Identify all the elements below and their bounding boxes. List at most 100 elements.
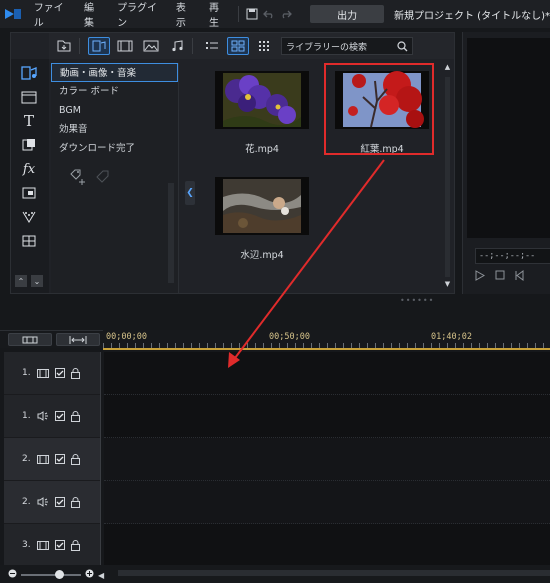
video-track-icon bbox=[36, 368, 49, 378]
track-header-video-1[interactable]: 1. bbox=[4, 352, 100, 395]
timeline-horizontal-scrollbar[interactable] bbox=[118, 570, 550, 576]
media-item-waterside[interactable]: 水辺.mp4 bbox=[207, 177, 317, 261]
play-icon[interactable] bbox=[475, 270, 486, 284]
strip-scroll-down-icon[interactable]: ⌄ bbox=[31, 275, 43, 287]
track-row-video-1[interactable] bbox=[104, 352, 550, 395]
preview-screen bbox=[467, 38, 550, 238]
scroll-left-icon[interactable]: ◀ bbox=[98, 571, 104, 580]
transition-room-icon[interactable] bbox=[18, 135, 40, 155]
chapter-room-icon[interactable] bbox=[18, 231, 40, 251]
category-list: 動画・画像・音楽 カラー ボード BGM 効果音 ダウンロード完了 bbox=[51, 63, 179, 293]
media-thumbnail bbox=[215, 177, 309, 235]
track-header-video-3[interactable]: 3. bbox=[4, 524, 100, 567]
category-item-sound-effects[interactable]: 効果音 bbox=[51, 120, 178, 139]
category-item-color-board[interactable]: カラー ボード bbox=[51, 82, 178, 101]
library-toolbar: ライブラリーの検索 bbox=[49, 33, 454, 59]
ruler-label: 00;00;00 bbox=[106, 332, 147, 342]
category-scrollbar[interactable] bbox=[168, 183, 174, 283]
add-tag-icon[interactable] bbox=[69, 168, 87, 189]
category-tools bbox=[51, 158, 178, 189]
track-headers: 1. 1. 2. 2. 3. bbox=[4, 352, 100, 568]
filter-audio-icon[interactable] bbox=[166, 37, 188, 55]
menu-edit[interactable]: 編集 bbox=[76, 0, 109, 29]
track-row-video-3[interactable] bbox=[104, 524, 550, 567]
track-enabled-checkbox-icon[interactable] bbox=[54, 368, 65, 378]
track-enabled-checkbox-icon[interactable] bbox=[54, 497, 65, 507]
track-enabled-checkbox-icon[interactable] bbox=[54, 454, 65, 464]
pip-room-icon[interactable] bbox=[18, 183, 40, 203]
audio-track-icon bbox=[37, 497, 49, 507]
track-number: 2. bbox=[22, 454, 31, 464]
track-lock-icon[interactable] bbox=[70, 410, 80, 422]
storyboard-view-icon[interactable] bbox=[8, 333, 52, 346]
media-item-flower[interactable]: 花.mp4 bbox=[207, 71, 317, 155]
strip-scroll-up-icon[interactable]: ⌃ bbox=[15, 275, 27, 287]
media-grid: 花.mp4 紅葉.mp4 水辺.mp4 bbox=[201, 63, 441, 293]
menu-view[interactable]: 表示 bbox=[168, 0, 201, 29]
scroll-track[interactable] bbox=[445, 77, 450, 277]
search-icon[interactable] bbox=[397, 40, 408, 52]
previous-frame-icon[interactable] bbox=[515, 270, 525, 284]
remove-tag-icon[interactable] bbox=[95, 168, 113, 189]
scroll-down-icon[interactable]: ▼ bbox=[443, 280, 452, 289]
category-item-downloads[interactable]: ダウンロード完了 bbox=[51, 139, 178, 158]
redo-icon[interactable] bbox=[277, 4, 294, 24]
track-row-audio-1[interactable] bbox=[104, 395, 550, 438]
undo-icon[interactable] bbox=[260, 4, 277, 24]
zoom-slider-thumb[interactable] bbox=[55, 570, 64, 579]
track-enabled-checkbox-icon[interactable] bbox=[54, 540, 65, 550]
zoom-in-icon[interactable] bbox=[85, 569, 94, 581]
thumbnail-size-icon[interactable] bbox=[253, 37, 275, 55]
save-icon[interactable] bbox=[243, 4, 260, 24]
import-media-icon[interactable] bbox=[53, 37, 75, 55]
timeline-ruler[interactable]: 00;00;00 00;50;00 01;40;02 bbox=[103, 330, 550, 350]
track-lock-icon[interactable] bbox=[70, 539, 80, 551]
app-logo-icon bbox=[0, 0, 26, 28]
track-lock-icon[interactable] bbox=[70, 453, 80, 465]
media-item-autumn[interactable]: 紅葉.mp4 bbox=[324, 63, 437, 155]
video-track-icon bbox=[36, 540, 49, 550]
media-room-icon[interactable] bbox=[18, 63, 40, 83]
scroll-up-icon[interactable]: ▲ bbox=[443, 63, 452, 72]
track-number: 1. bbox=[22, 411, 31, 421]
particle-room-icon[interactable] bbox=[18, 207, 40, 227]
track-lock-icon[interactable] bbox=[70, 367, 80, 379]
track-row-video-2[interactable] bbox=[104, 438, 550, 481]
track-enabled-checkbox-icon[interactable] bbox=[54, 411, 65, 421]
library-search-input[interactable]: ライブラリーの検索 bbox=[281, 37, 413, 55]
menu-file[interactable]: ファイル bbox=[26, 0, 76, 29]
filter-all-media-icon[interactable] bbox=[88, 37, 110, 55]
library-scrollbar[interactable]: ▲ ▼ bbox=[443, 63, 452, 289]
filter-image-icon[interactable] bbox=[140, 37, 162, 55]
output-button[interactable]: 出力 bbox=[310, 5, 384, 23]
track-lock-icon[interactable] bbox=[70, 496, 80, 508]
preview-timecode[interactable]: --;--;--;-- bbox=[475, 248, 550, 264]
list-view-icon[interactable] bbox=[201, 37, 223, 55]
track-row-audio-2[interactable] bbox=[104, 481, 550, 524]
grid-view-icon[interactable] bbox=[227, 37, 249, 55]
category-item-media[interactable]: 動画・画像・音楽 bbox=[51, 63, 178, 82]
media-thumbnail bbox=[215, 71, 309, 129]
track-header-audio-1[interactable]: 1. bbox=[4, 395, 100, 438]
zoom-slider-track[interactable] bbox=[21, 570, 81, 579]
track-header-video-2[interactable]: 2. bbox=[4, 438, 100, 481]
menu-plugin[interactable]: プラグイン bbox=[109, 0, 168, 29]
fx-room-icon[interactable] bbox=[18, 87, 40, 107]
stop-icon[interactable] bbox=[495, 270, 505, 284]
filter-video-icon[interactable] bbox=[114, 37, 136, 55]
zoom-out-icon[interactable] bbox=[8, 569, 17, 581]
menu-bar: ファイル 編集 プラグイン 表示 再生 出力 新規プロジェクト (タイトルなし)… bbox=[0, 0, 550, 29]
collapse-panel-icon[interactable]: ❮ bbox=[185, 181, 195, 205]
media-label: 花.mp4 bbox=[245, 144, 279, 155]
menu-playback[interactable]: 再生 bbox=[201, 0, 234, 29]
timeline-tracks bbox=[104, 352, 550, 568]
panel-resize-grip[interactable]: •••••• bbox=[400, 296, 434, 305]
track-header-audio-2[interactable]: 2. bbox=[4, 481, 100, 524]
title-room-icon[interactable]: T bbox=[18, 111, 40, 131]
media-label: 水辺.mp4 bbox=[240, 250, 284, 261]
preview-panel: --;--;--;-- bbox=[462, 32, 550, 294]
fit-timeline-icon[interactable] bbox=[56, 333, 100, 346]
category-item-bgm[interactable]: BGM bbox=[51, 101, 178, 120]
header-divider[interactable] bbox=[100, 352, 101, 568]
effect-room-icon[interactable]: fx bbox=[18, 159, 40, 179]
